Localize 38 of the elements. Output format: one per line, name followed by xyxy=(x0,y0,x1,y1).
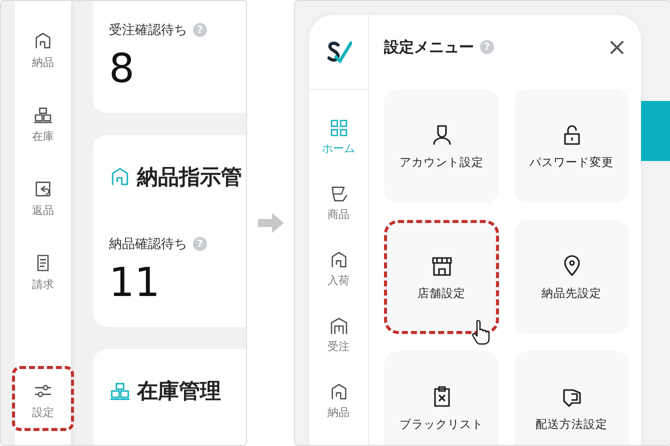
house-icon xyxy=(328,382,348,402)
house-icon xyxy=(328,250,348,270)
tag-icon xyxy=(328,184,348,204)
menu-title: 設定メニュー xyxy=(384,38,474,56)
nav-item[interactable]: 入荷 xyxy=(328,250,350,288)
nav-item[interactable]: 商品 xyxy=(328,184,350,222)
nav-item[interactable]: 受注 xyxy=(328,316,350,354)
warehouse-icon xyxy=(328,316,348,336)
menu-tile[interactable]: 配送方法設定 xyxy=(514,351,629,445)
house-icon xyxy=(109,166,131,188)
arrow-icon xyxy=(258,213,284,233)
background-banner xyxy=(640,101,670,161)
metric-value: 8 xyxy=(109,45,136,93)
sidebar-item[interactable]: 在庫 xyxy=(17,101,69,148)
metric-value: 11 xyxy=(109,259,161,307)
menu-tile[interactable]: ブラックリスト xyxy=(384,351,499,445)
menu-tile[interactable]: 納品先設定 xyxy=(514,220,629,334)
sidebar-item[interactable]: 請求 xyxy=(17,249,69,296)
grid-icon xyxy=(328,118,348,138)
nav-item[interactable]: ホーム xyxy=(322,118,355,156)
sidebar-item[interactable]: 納品 xyxy=(17,27,69,74)
return-icon xyxy=(33,179,53,199)
menu-tile[interactable]: 店舗設定 xyxy=(384,220,499,334)
sidebar-item[interactable]: 返品 xyxy=(17,175,69,222)
section-title: 在庫管理 xyxy=(137,378,221,405)
metric-label: 受注確認待ち xyxy=(109,22,187,39)
menu-tile[interactable]: アカウント設定 xyxy=(384,89,499,203)
boxes-icon xyxy=(33,105,53,125)
logo-icon xyxy=(326,40,352,64)
nav-item[interactable]: 納品 xyxy=(328,382,350,420)
metric-label: 納品確認待ち xyxy=(109,236,187,253)
boxes-icon xyxy=(109,380,131,402)
menu-tile[interactable]: パスワード変更 xyxy=(514,89,629,203)
close-button[interactable]: × xyxy=(606,35,627,59)
sidebar-item[interactable]: 設定 xyxy=(12,366,74,431)
hand-cursor-icon xyxy=(471,319,491,345)
section-title: 納品指示管 xyxy=(137,164,242,191)
house-icon xyxy=(33,31,53,51)
